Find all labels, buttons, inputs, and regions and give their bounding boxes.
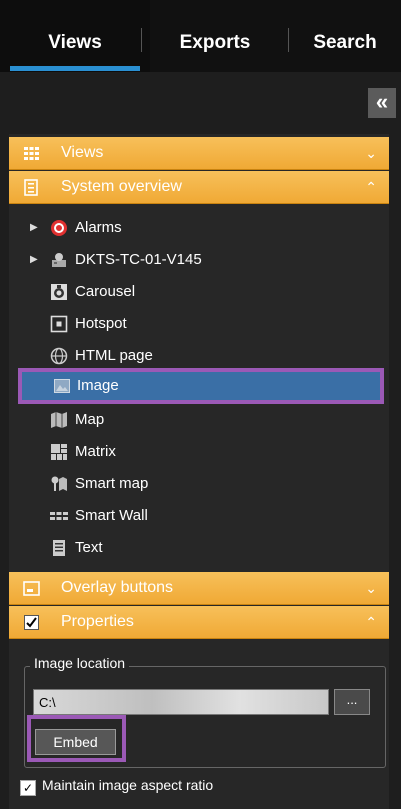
- tab-exports[interactable]: Exports: [142, 0, 288, 72]
- tree-item-label: Image: [77, 377, 119, 394]
- tree-item-label: Alarms: [75, 219, 122, 236]
- top-tab-bar: Views Exports Search: [0, 0, 401, 72]
- globe-icon: [50, 347, 68, 365]
- expand-arrow-icon[interactable]: ▶: [30, 215, 38, 241]
- tree-item-label: DKTS-TC-01-V145: [75, 251, 202, 268]
- overlay-buttons-section-label: Overlay buttons: [61, 579, 174, 596]
- tree-item-label: Smart map: [75, 475, 149, 492]
- image-icon: [54, 379, 70, 393]
- properties-section-label: Properties: [61, 613, 134, 630]
- matrix-icon: [51, 444, 67, 460]
- properties-checkbox-icon: [24, 615, 39, 630]
- overlay-buttons-section-header[interactable]: Overlay buttons ⌄: [9, 572, 389, 605]
- browse-button[interactable]: ...: [334, 689, 370, 715]
- views-section-header[interactable]: Views ⌄: [9, 137, 389, 170]
- system-overview-icon: [24, 179, 38, 196]
- expand-arrow-icon[interactable]: ▶: [30, 247, 38, 273]
- image-location-label: Image location: [30, 655, 130, 671]
- embed-button[interactable]: Embed: [35, 729, 116, 755]
- tree-item-label: Hotspot: [75, 315, 127, 332]
- active-tab-indicator: [10, 66, 140, 71]
- chevron-down-icon[interactable]: ⌄: [365, 572, 377, 604]
- hotspot-icon: [50, 315, 68, 333]
- maintain-aspect-label: Maintain image aspect ratio: [42, 777, 214, 793]
- collapse-panel-button[interactable]: «: [368, 88, 396, 118]
- tree-item-label: Smart Wall: [75, 507, 148, 524]
- smart-map-icon: [51, 476, 67, 491]
- tab-search[interactable]: Search: [289, 0, 401, 72]
- chevron-up-icon[interactable]: ⌃: [365, 171, 377, 203]
- tree-item-label: Carousel: [75, 283, 136, 300]
- tree-item-label: Matrix: [75, 443, 116, 460]
- tab-views[interactable]: Views: [0, 0, 150, 72]
- image-path-field[interactable]: [33, 689, 329, 715]
- chevron-up-icon[interactable]: ⌃: [365, 606, 377, 638]
- views-section-label: Views: [61, 144, 104, 161]
- server-icon: [52, 253, 66, 267]
- views-grid-icon: [24, 147, 39, 160]
- carousel-icon: [51, 284, 67, 300]
- system-overview-section-header[interactable]: System overview ⌃: [9, 171, 389, 204]
- tree-item-label: HTML page: [75, 347, 153, 364]
- maintain-aspect-checkbox[interactable]: ✓: [20, 780, 36, 796]
- alarm-icon: [51, 220, 67, 236]
- system-overview-section-label: System overview: [61, 178, 182, 195]
- tree-item-label: Map: [75, 411, 105, 428]
- map-icon: [51, 412, 67, 428]
- text-icon: [53, 540, 65, 556]
- tree-item-label: Text: [75, 539, 103, 556]
- overlay-buttons-icon: [23, 581, 40, 596]
- tree-item-image[interactable]: Image: [18, 368, 384, 404]
- properties-section-header[interactable]: Properties ⌃: [9, 606, 389, 639]
- smart-wall-icon: [50, 512, 68, 520]
- chevron-down-icon[interactable]: ⌄: [365, 137, 377, 169]
